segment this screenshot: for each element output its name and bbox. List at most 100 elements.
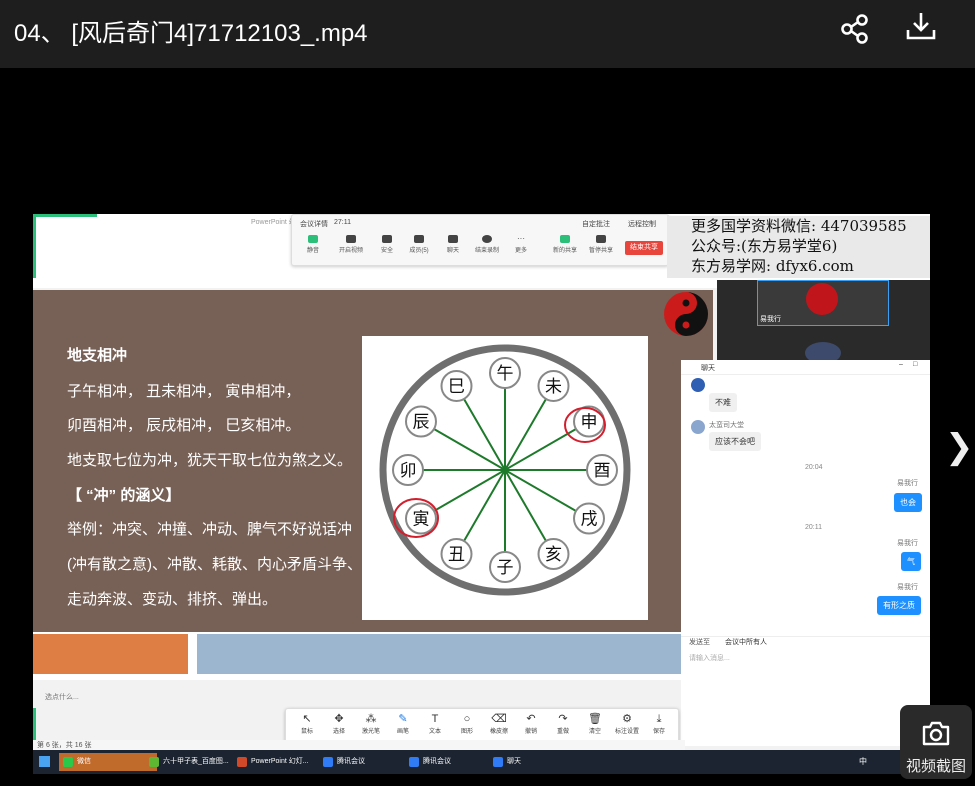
branch-label: 亥 (545, 545, 562, 565)
branch-wheel: 午未申酉戌亥子 丑寅 卯 辰巳 (379, 344, 631, 596)
chat-title: 聊天 (701, 365, 715, 372)
branch-label: 寅 (412, 510, 429, 530)
branch-label: 子 (497, 558, 514, 578)
branch-wheel-image: 午未申酉戌亥子 丑寅 卯 辰巳 (362, 336, 648, 620)
pause-share-button[interactable]: 暂停共享 (586, 235, 616, 254)
tool-button-2[interactable]: ⁂ 激光笔 (356, 713, 386, 735)
taskbar-item[interactable]: 腾讯会议 (405, 753, 501, 771)
mute-button[interactable]: 静音 (298, 235, 328, 254)
share-border-left (33, 214, 36, 278)
slide-line: 卯酉相冲， 辰戌相冲， 巳亥相冲。 (67, 417, 301, 434)
next-arrow-icon[interactable]: ❯ (945, 427, 974, 467)
share-border-top (33, 214, 97, 217)
top-bar: 04、 [风后奇门4]71712103_.mp4 (0, 0, 975, 68)
windows-start-icon[interactable] (39, 756, 50, 767)
tool-label: 选择 (332, 729, 345, 735)
watermark: 更多国学资料微信: 447039585 公众号:(东方易学堂6) 东方易学网: … (667, 216, 930, 278)
participant-video-tile[interactable]: 易我行 (757, 280, 889, 326)
tool-button-8[interactable]: ↷ 重做 (548, 713, 578, 735)
chat-icon (448, 235, 458, 243)
taskbar-item[interactable]: PowerPoint 幻灯... (233, 753, 329, 771)
slide-status: 第 6 张，共 16 张 (33, 740, 685, 750)
annotation-toolbar: ↖ 鼠标 ✥ 选择 ⁂ 激光笔 ✎ 画笔 T 文本 ○ 图形 ⌫ 橡皮擦 ↶ 撤销 ↷ 重做 🗑 清空 ⚙ 标注设置 ⤓ 保存 (285, 708, 679, 744)
tool-icon: ⌫ (491, 713, 507, 725)
tool-button-11[interactable]: ⤓ 保存 (644, 713, 674, 735)
slide-line: 举例：冲突、冲撞、冲动、脾气不好说话冲 (67, 521, 353, 538)
download-button[interactable] (904, 10, 938, 44)
tool-button-3[interactable]: ✎ 画笔 (388, 713, 418, 735)
send-to-label: 发送至 (689, 639, 710, 646)
screen-share-icon (560, 235, 570, 243)
members-button[interactable]: 成员(5) (404, 235, 434, 254)
tool-button-5[interactable]: ○ 图形 (452, 713, 482, 735)
tool-button-6[interactable]: ⌫ 橡皮擦 (484, 713, 514, 735)
stop-record-button[interactable]: 结束录制 (472, 235, 502, 254)
app-icon (409, 757, 419, 767)
chat-time: 20:04 (805, 464, 823, 471)
branch-label: 巳 (448, 377, 465, 397)
tool-icon: ○ (463, 713, 471, 725)
end-share-button[interactable]: 结束共享 (625, 241, 663, 255)
taskbar-item[interactable]: 聊天 (489, 753, 585, 771)
windows-taskbar: 中 微信 六十甲子表_百度图... PowerPoint 幻灯... 腾讯会议 腾讯会议… (33, 750, 930, 774)
chat-button[interactable]: 聊天 (438, 235, 468, 254)
tool-icon: 🗑 (588, 713, 602, 725)
video-frame[interactable]: PowerPoint 幻 会议详情 27:11 自定批注 远程控制 静音 开启视… (33, 214, 930, 774)
new-share-button[interactable]: 新的共享 (550, 235, 580, 254)
taskbar-item[interactable]: 腾讯会议 (319, 753, 415, 771)
minimize-icon[interactable]: – (899, 361, 903, 368)
tool-label: 图形 (460, 729, 473, 735)
avatar (691, 420, 705, 434)
taskbar-item[interactable]: 六十甲子表_百度图... (145, 753, 241, 771)
app-icon (323, 757, 333, 767)
taskbar-item-label: 腾讯会议 (337, 758, 365, 765)
video-button[interactable]: 开启视频 (336, 235, 366, 254)
tool-label: 激光笔 (361, 729, 380, 735)
video-title: 04、 [风后奇门4]71712103_.mp4 (14, 20, 368, 47)
ime-indicator[interactable]: 中 (859, 756, 867, 767)
screenshot-label: 视频截图 (905, 758, 966, 775)
app-icon (149, 757, 159, 767)
tool-label: 文本 (428, 729, 441, 735)
tool-button-1[interactable]: ✥ 选择 (324, 713, 354, 735)
tool-button-10[interactable]: ⚙ 标注设置 (612, 713, 642, 735)
camera-icon (922, 721, 950, 746)
tool-button-4[interactable]: T 文本 (420, 713, 450, 735)
shield-icon (382, 235, 392, 243)
remote-control-label[interactable]: 远程控制 (628, 219, 656, 229)
slide-line: 子午相冲， 丑未相冲， 寅申相冲， (67, 383, 301, 400)
slide-line: (冲有散之意)、冲散、耗散、内心矛盾斗争、 (67, 556, 362, 573)
camera-off-icon (346, 235, 356, 243)
participant-name: 易我行 (760, 316, 781, 323)
send-to-select[interactable]: 会议中所有人 (725, 637, 767, 647)
tool-button-9[interactable]: 🗑 清空 (580, 713, 610, 735)
tool-icon: T (431, 713, 439, 725)
chat-sender: 太蛮司大堂 (709, 422, 744, 429)
slide-subheading: 【 “冲” 的涵义】 (67, 487, 181, 504)
chat-message: 应该不会吧 (709, 432, 761, 451)
more-button[interactable]: ··· 更多 (506, 235, 536, 255)
yin-yang-logo (664, 292, 708, 336)
tool-button-7[interactable]: ↶ 撤销 (516, 713, 546, 735)
taskbar-item[interactable]: 微信 (59, 753, 157, 771)
security-button[interactable]: 安全 (372, 235, 402, 254)
screenshot-button[interactable]: 视频截图 (900, 705, 972, 779)
tool-label: 撤销 (524, 729, 537, 735)
branch-label: 丑 (448, 545, 465, 565)
maximize-icon[interactable]: □ (913, 361, 917, 368)
slide-heading: 地支相冲 (67, 347, 128, 364)
record-icon (482, 235, 492, 243)
tool-label: 橡皮擦 (489, 729, 508, 735)
app-icon (63, 757, 73, 767)
share-button[interactable] (838, 12, 872, 46)
tool-button-0[interactable]: ↖ 鼠标 (292, 713, 322, 735)
chat-sender: 易我行 (897, 540, 918, 547)
custom-annotate-label[interactable]: 自定批注 (582, 219, 610, 229)
tool-label: 鼠标 (300, 729, 313, 735)
branch-label: 午 (497, 364, 514, 384)
ppt-window-title: PowerPoint 幻 (251, 219, 296, 226)
chat-input[interactable]: 请输入消息... (689, 653, 730, 663)
share-icon (841, 14, 868, 44)
tool-label: 清空 (588, 729, 601, 735)
meeting-info-label[interactable]: 会议详情 (300, 219, 328, 229)
